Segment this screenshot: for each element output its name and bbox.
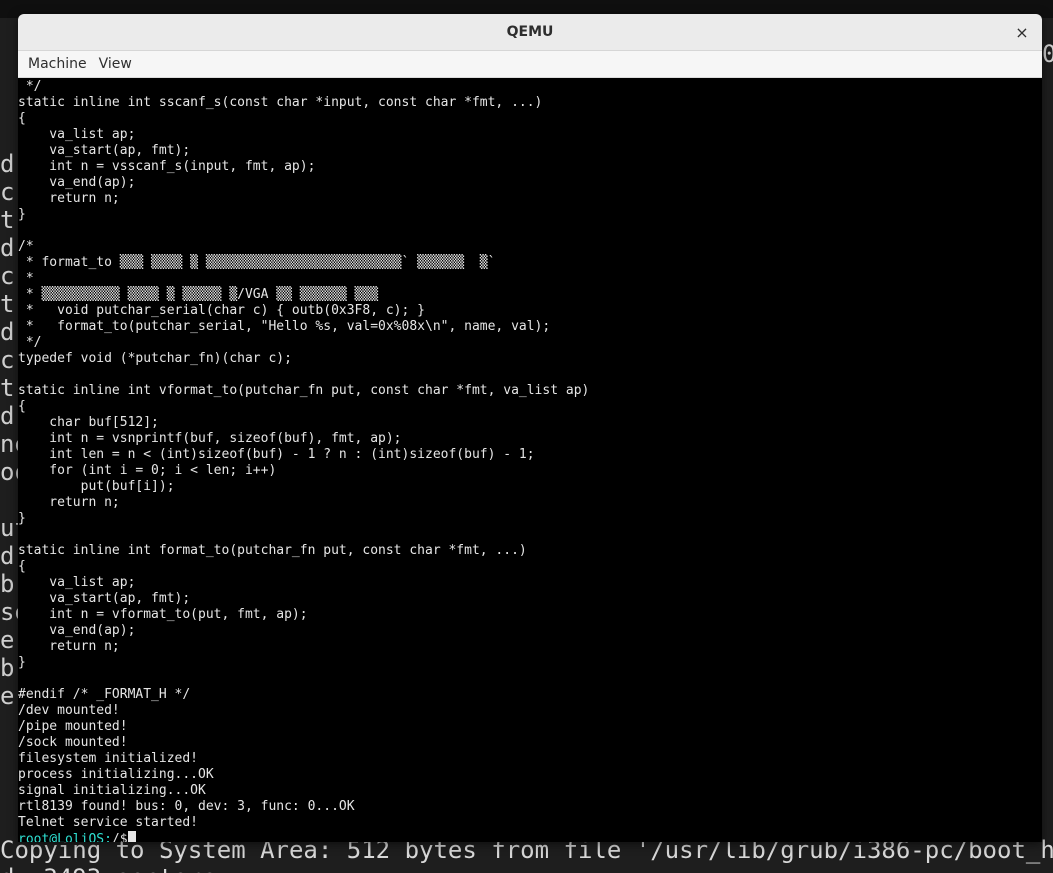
background-fragment: ne — [0, 430, 20, 458]
console-line: va_list ap; — [18, 575, 136, 590]
console-line: for (int i = 0; i < len; i++) — [18, 463, 277, 478]
background-fragment: d: — [0, 150, 20, 178]
menu-view[interactable]: View — [93, 56, 138, 72]
console-line: * format_to(putchar_serial, "Hello %s, v… — [18, 319, 551, 334]
console-line: } — [18, 207, 26, 222]
console-output: */static inline int sscanf_s(const char … — [18, 79, 589, 842]
console-line: int n = vsscanf_s(input, fmt, ap); — [18, 159, 316, 174]
console-line: /pipe mounted! — [18, 719, 128, 734]
background-fragment: e: — [0, 682, 20, 710]
background-fragment: 0 — [1042, 40, 1053, 68]
console-line: return n; — [18, 639, 120, 654]
console-line: { — [18, 399, 26, 414]
vm-screen[interactable]: */static inline int sscanf_s(const char … — [18, 78, 1042, 842]
console-line: int len = n < (int)sizeof(buf) - 1 ? n :… — [18, 447, 535, 462]
console-line: va_list ap; — [18, 127, 136, 142]
console-line: va_start(ap, fmt); — [18, 143, 191, 158]
background-fragment: d: — [0, 234, 20, 262]
console-line: Telnet service started! — [18, 815, 199, 830]
console-line: char buf[512]; — [18, 415, 159, 430]
console-line: /* — [18, 239, 34, 254]
window-title: QEMU — [506, 24, 554, 40]
window-titlebar[interactable]: QEMU × — [18, 14, 1042, 51]
console-line: rtl8139 found! bus: 0, dev: 3, func: 0..… — [18, 799, 355, 814]
prompt-user-host: root@LoliOS — [18, 832, 105, 842]
background-bottom-line: d: 3493 sectors — [0, 864, 1053, 873]
console-line: * — [18, 271, 34, 286]
background-fragment: d: — [0, 318, 20, 346]
console-line: signal initializing...OK — [18, 783, 206, 798]
menu-machine[interactable]: Machine — [22, 56, 93, 72]
background-fragment: b — [0, 570, 15, 598]
console-line: { — [18, 111, 26, 126]
menu-bar: Machine View — [18, 51, 1042, 78]
console-line: int n = vformat_to(put, fmt, ap); — [18, 607, 308, 622]
console-line: return n; — [18, 191, 120, 206]
console-line: static inline int vformat_to(putchar_fn … — [18, 383, 590, 398]
background-fragment: c — [0, 346, 15, 374]
background-fragment: c — [0, 262, 15, 290]
console-line: va_end(ap); — [18, 175, 136, 190]
console-line: * ▒▒▒▒▒▒▒▒▒▒ ▒▒▒▒ ▒ ▒▒▒▒▒ ▒/VGA ▒▒ ▒▒▒▒▒… — [18, 287, 379, 302]
background-fragment: d: — [0, 542, 20, 570]
console-line: * format_to ▒▒▒ ▒▒▒▒ ▒ ▒▒▒▒▒▒▒▒▒▒▒▒▒▒▒▒▒… — [18, 255, 496, 270]
console-line: va_start(ap, fmt); — [18, 591, 191, 606]
prompt-dir: / — [111, 832, 120, 842]
console-line: int n = vsnprintf(buf, sizeof(buf), fmt,… — [18, 431, 402, 446]
console-line: * void putchar_serial(char c) { outb(0x3… — [18, 303, 425, 318]
prompt-symbol: $ — [119, 832, 128, 842]
background-fragment: oo — [0, 458, 20, 486]
background-fragment: t: — [0, 374, 20, 402]
prompt-separator: : — [104, 832, 112, 842]
console-line: static inline int format_to(putchar_fn p… — [18, 543, 527, 558]
text-cursor — [127, 831, 136, 842]
console-line: process initializing...OK — [18, 767, 214, 782]
console-line: put(buf[i]); — [18, 479, 175, 494]
console-line: */ — [18, 79, 42, 94]
console-line: /dev mounted! — [18, 703, 120, 718]
console-line: { — [18, 559, 26, 574]
background-fragment: c — [0, 178, 15, 206]
console-line: filesystem initialized! — [18, 751, 199, 766]
background-fragment: ut — [0, 514, 20, 542]
console-line: return n; — [18, 495, 120, 510]
background-fragment: d: — [0, 402, 20, 430]
background-fragment: e: — [0, 626, 20, 654]
console-line: } — [18, 655, 26, 670]
qemu-window: QEMU × Machine View */static inline int … — [18, 14, 1042, 842]
console-line: static inline int sscanf_s(const char *i… — [18, 95, 543, 110]
console-line: typedef void (*putchar_fn)(char c); — [18, 351, 292, 366]
console-line: */ — [18, 335, 42, 350]
console-line: va_end(ap); — [18, 623, 136, 638]
close-icon[interactable]: × — [1012, 22, 1032, 42]
background-fragment: t: — [0, 290, 20, 318]
console-line: } — [18, 511, 26, 526]
shell-prompt[interactable]: root@LoliOS:/$ — [18, 831, 589, 842]
console-line: #endif /* _FORMAT_H */ — [18, 687, 191, 702]
background-fragment: t: — [0, 206, 20, 234]
background-fragment: b — [0, 654, 15, 682]
background-fragment: se — [0, 598, 20, 626]
console-line: /sock mounted! — [18, 735, 128, 750]
